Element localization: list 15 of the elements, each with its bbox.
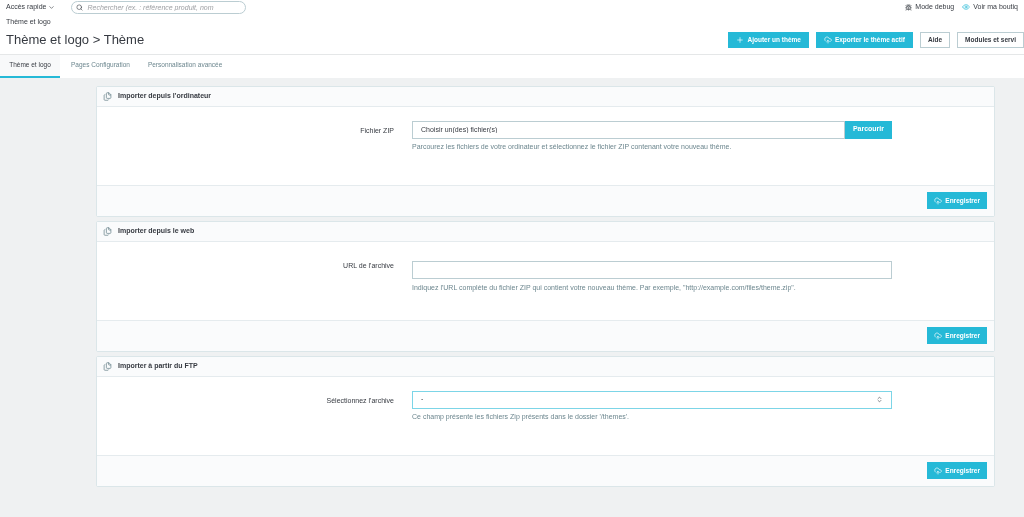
cloud-upload-icon	[823, 35, 832, 44]
url-input-field[interactable]	[412, 261, 892, 279]
page-title: Thème et logo > Thème	[6, 30, 145, 49]
plus-icon	[736, 35, 745, 44]
eye-icon	[962, 3, 971, 11]
files-icon	[103, 361, 112, 371]
cloud-upload-icon	[934, 466, 943, 475]
cloud-upload-icon	[934, 196, 943, 205]
caret-icon	[48, 3, 56, 11]
files-icon	[103, 226, 112, 236]
cloud-upload-icon	[934, 331, 943, 340]
search-icon	[76, 3, 84, 11]
bug-icon	[905, 3, 913, 11]
select-arrows-icon	[876, 396, 883, 403]
files-icon	[103, 91, 112, 101]
